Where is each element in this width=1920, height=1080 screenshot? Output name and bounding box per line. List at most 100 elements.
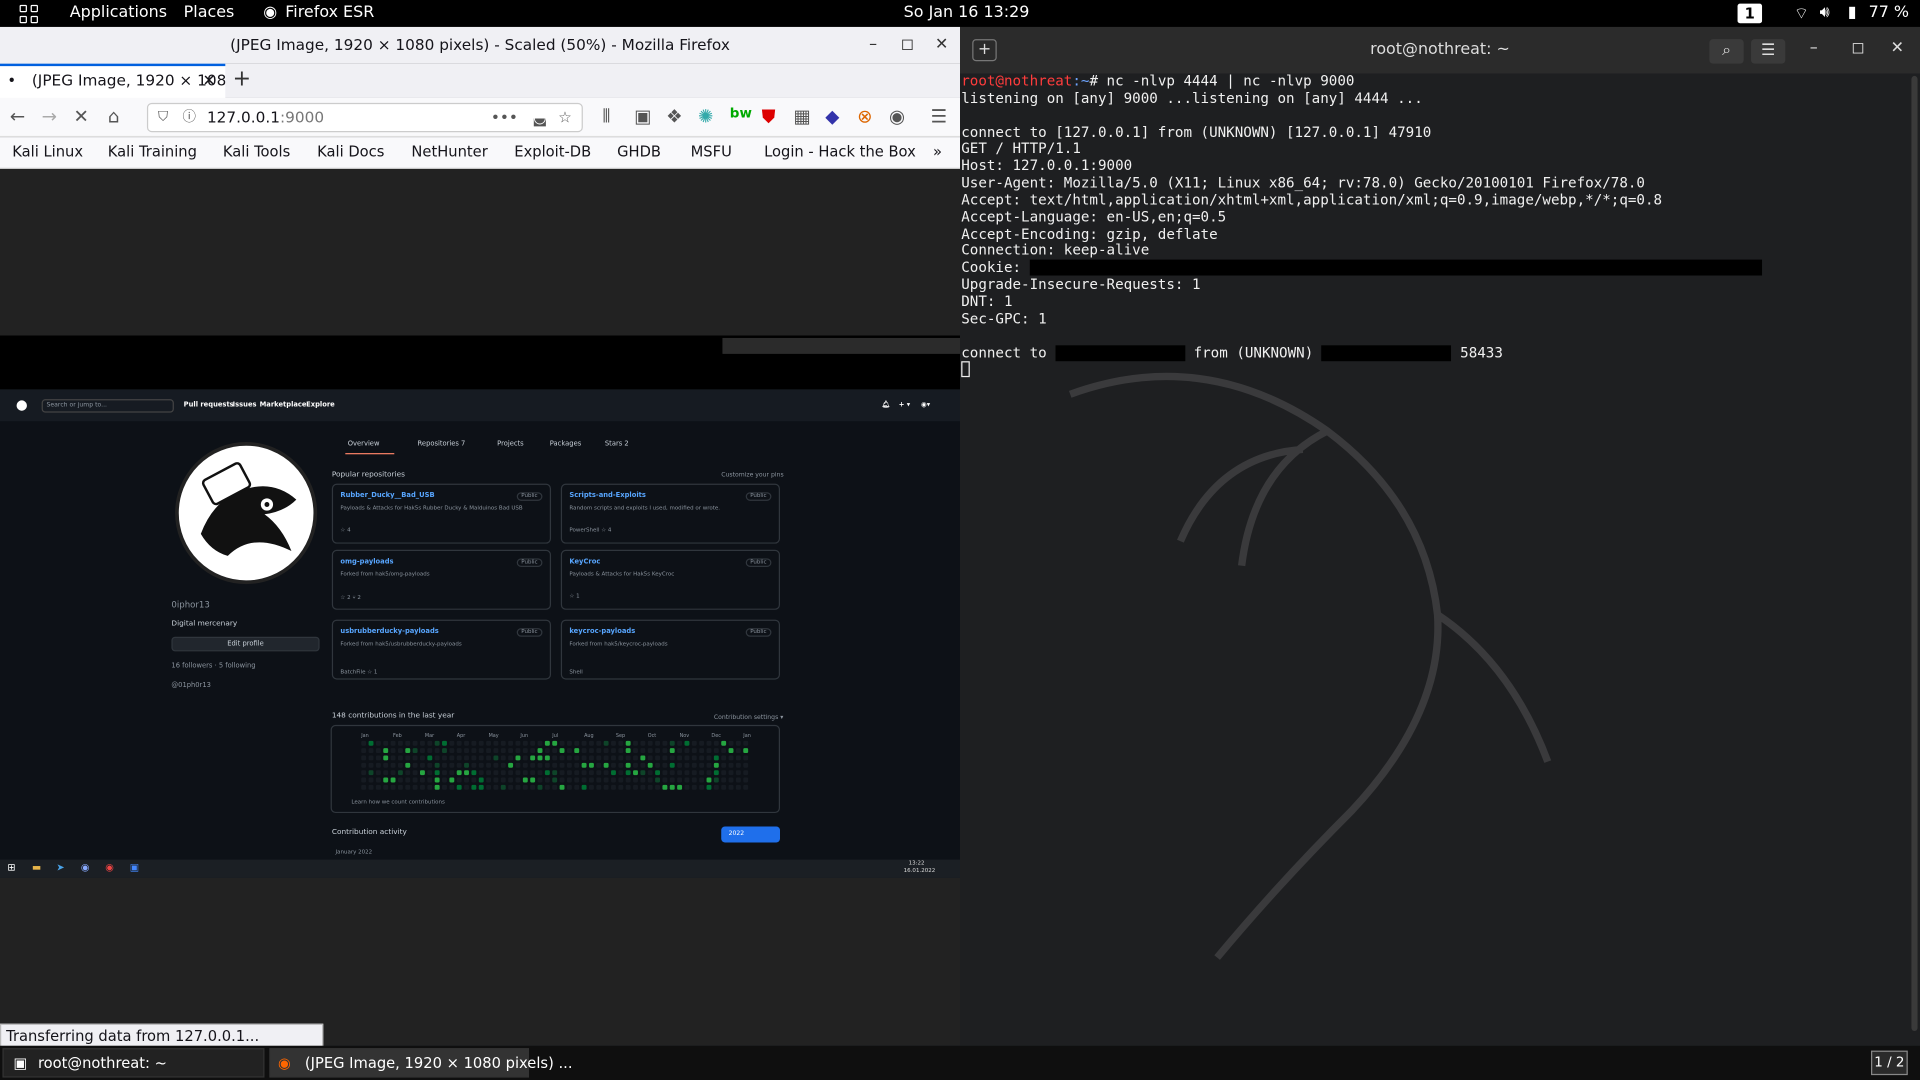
- contribution-cell[interactable]: [434, 762, 440, 768]
- learn-contributions-link[interactable]: Learn how we count contributions: [351, 800, 445, 806]
- contribution-cell[interactable]: [420, 748, 425, 754]
- repo-card[interactable]: usbrubberducky-payloads Public Forked from…: [331, 619, 552, 680]
- contribution-cell[interactable]: [640, 770, 646, 776]
- extension-icon-2[interactable]: ✺: [698, 105, 713, 127]
- gh-bell-icon[interactable]: 🔔︎: [882, 402, 891, 409]
- contribution-cell[interactable]: [427, 740, 433, 746]
- contribution-cell[interactable]: [368, 755, 374, 761]
- contribution-cell[interactable]: [647, 770, 653, 776]
- contribution-cell[interactable]: [721, 784, 727, 790]
- contribution-cell[interactable]: [383, 740, 389, 746]
- contribution-cell[interactable]: [375, 770, 381, 776]
- contribution-cell[interactable]: [500, 762, 506, 768]
- contribution-cell[interactable]: [728, 740, 734, 746]
- contribution-cell[interactable]: [655, 740, 661, 746]
- contribution-cell[interactable]: [677, 748, 683, 754]
- contribution-cell[interactable]: [596, 755, 602, 761]
- contribution-cell[interactable]: [552, 740, 558, 746]
- contribution-cell[interactable]: [706, 748, 712, 754]
- contribution-cell[interactable]: [574, 748, 580, 754]
- contribution-cell[interactable]: [397, 770, 403, 776]
- contribution-cell[interactable]: [390, 770, 396, 776]
- contribution-cell[interactable]: [662, 762, 668, 768]
- contribution-cell[interactable]: [581, 740, 587, 746]
- contribution-cell[interactable]: [559, 777, 565, 783]
- contribution-cell[interactable]: [713, 748, 719, 754]
- contribution-cell[interactable]: [508, 740, 514, 746]
- contribution-cell[interactable]: [691, 770, 697, 776]
- jpeg-image[interactable]: ● Search or jump to... Pull requests Iss…: [0, 335, 961, 878]
- github-search[interactable]: Search or jump to...: [41, 399, 174, 413]
- contribution-cell[interactable]: [464, 755, 469, 761]
- contribution-cell[interactable]: [375, 762, 381, 768]
- contribution-cell[interactable]: [603, 762, 609, 768]
- contribution-cell[interactable]: [728, 748, 734, 754]
- contribution-cell[interactable]: [655, 777, 661, 783]
- contribution-cell[interactable]: [478, 777, 484, 783]
- contribution-cell[interactable]: [478, 755, 484, 761]
- contribution-cell[interactable]: [405, 748, 411, 754]
- telegram-icon[interactable]: ➤: [56, 862, 64, 873]
- contribution-cell[interactable]: [662, 755, 668, 761]
- contribution-cell[interactable]: [537, 748, 543, 754]
- extension-icon-4[interactable]: ▦: [793, 105, 810, 127]
- contribution-cell[interactable]: [662, 748, 668, 754]
- contribution-cell[interactable]: [508, 770, 514, 776]
- contribution-cell[interactable]: [522, 777, 528, 783]
- contribution-cell[interactable]: [691, 762, 697, 768]
- extension-icon-3[interactable]: bw: [730, 105, 752, 121]
- contribution-cell[interactable]: [677, 740, 683, 746]
- contribution-cell[interactable]: [442, 755, 447, 761]
- contribution-cell[interactable]: [464, 762, 469, 768]
- contribution-cell[interactable]: [728, 762, 734, 768]
- contribution-cell[interactable]: [486, 784, 492, 790]
- contribution-cell[interactable]: [537, 755, 543, 761]
- workspace-indicator[interactable]: 1: [1737, 3, 1763, 24]
- contribution-cell[interactable]: [669, 740, 675, 746]
- contribution-cell[interactable]: [471, 762, 477, 768]
- contribution-cell[interactable]: [500, 784, 506, 790]
- contribution-cell[interactable]: [684, 784, 690, 790]
- contribution-cell[interactable]: [566, 770, 572, 776]
- contribution-cell[interactable]: [552, 755, 558, 761]
- explorer-icon[interactable]: ▬: [32, 862, 41, 873]
- contribution-cell[interactable]: [427, 748, 433, 754]
- contribution-cell[interactable]: [478, 770, 484, 776]
- contribution-cell[interactable]: [684, 755, 690, 761]
- contribution-cell[interactable]: [611, 748, 616, 754]
- contribution-cell[interactable]: [420, 762, 425, 768]
- contribution-cell[interactable]: [691, 740, 697, 746]
- terminal-close-button[interactable]: ✕: [1891, 39, 1904, 57]
- gh-nav-pull-requests[interactable]: Pull requests: [184, 402, 234, 409]
- contribution-cell[interactable]: [728, 755, 734, 761]
- contribution-cell[interactable]: [706, 762, 712, 768]
- contribution-cell[interactable]: [390, 784, 396, 790]
- contribution-cell[interactable]: [493, 770, 499, 776]
- contribution-cell[interactable]: [706, 740, 712, 746]
- contribution-cell[interactable]: [574, 762, 580, 768]
- contribution-cell[interactable]: [588, 762, 594, 768]
- contribution-cell[interactable]: [405, 740, 411, 746]
- app-icon[interactable]: ◉: [81, 862, 90, 873]
- contribution-cell[interactable]: [743, 755, 749, 761]
- contribution-cell[interactable]: [559, 784, 565, 790]
- gh-plus-icon[interactable]: + ▾: [899, 402, 910, 409]
- contribution-cell[interactable]: [677, 770, 683, 776]
- contribution-cell[interactable]: [633, 770, 638, 776]
- contribution-cell[interactable]: [588, 748, 594, 754]
- contribution-cell[interactable]: [383, 755, 389, 761]
- contribution-cell[interactable]: [581, 762, 587, 768]
- contribution-cell[interactable]: [361, 777, 367, 783]
- customize-pins-link[interactable]: Customize your pins: [721, 471, 783, 478]
- contribution-cell[interactable]: [530, 762, 536, 768]
- contribution-cell[interactable]: [508, 748, 514, 754]
- gh-avatar-icon[interactable]: ◉▾: [921, 402, 930, 409]
- contribution-cell[interactable]: [544, 748, 550, 754]
- contribution-cell[interactable]: [397, 740, 403, 746]
- contribution-cell[interactable]: [603, 755, 609, 761]
- contribution-cell[interactable]: [735, 770, 741, 776]
- contribution-cell[interactable]: [486, 770, 492, 776]
- contribution-cell[interactable]: [464, 777, 469, 783]
- sidebar-icon[interactable]: ▣: [634, 105, 651, 127]
- contribution-cell[interactable]: [611, 770, 616, 776]
